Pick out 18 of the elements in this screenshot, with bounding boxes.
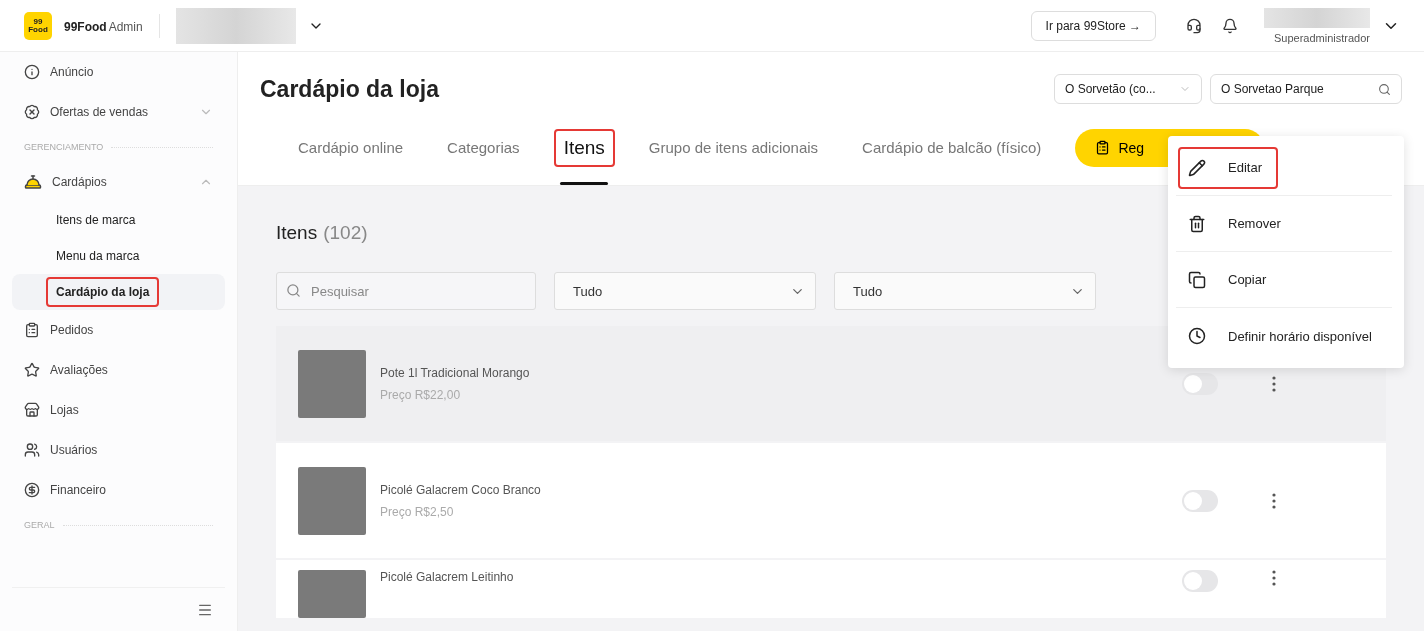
item-price: Preço R$22,00 <box>380 387 462 402</box>
menu-item-frame: Definir horário disponível <box>1180 317 1386 355</box>
item-name: Pote 1l Tradicional Morango <box>380 365 531 380</box>
menu-item-frame: Remover <box>1180 204 1295 243</box>
user-role: Superadministrador <box>1274 31 1370 44</box>
section-heading: Itens <box>276 222 318 243</box>
item-name: Picolé Galacrem Leitinho <box>380 570 515 584</box>
item-price: Preço R$2,50 <box>380 504 455 519</box>
logo-mark: 99 Food <box>24 11 52 40</box>
item-name: Picolé Galacrem Coco Branco <box>380 482 542 497</box>
menu-item-frame: Copiar <box>1180 260 1281 299</box>
section-label: GERAL <box>12 510 225 540</box>
page-title: Cardápio da loja <box>260 75 441 103</box>
menu-item-frame: Editar <box>1180 148 1276 187</box>
brand-name: 99Food <box>64 19 107 34</box>
brand-suffix: Admin <box>108 19 143 34</box>
section-label: GERENCIAMENTO <box>12 132 225 162</box>
item-count: (102) <box>323 222 368 243</box>
